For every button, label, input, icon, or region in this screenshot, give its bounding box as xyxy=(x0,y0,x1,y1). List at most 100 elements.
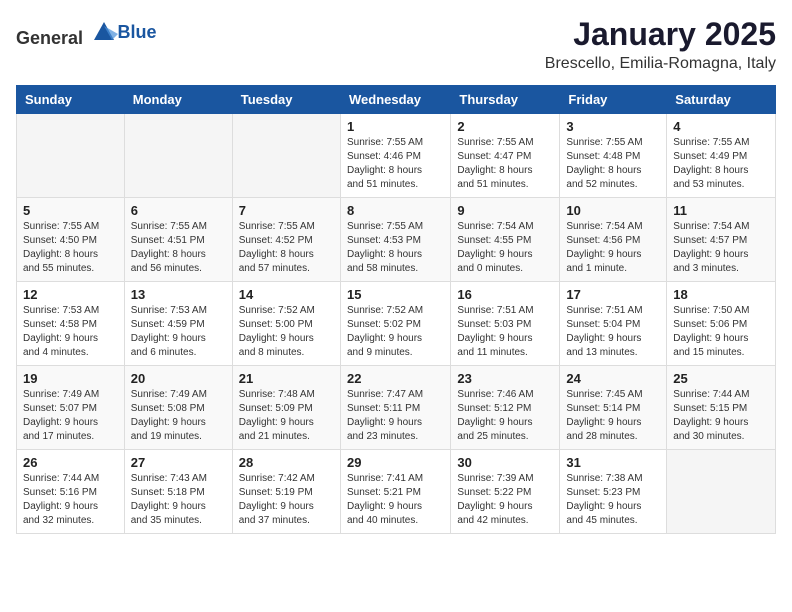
day-info: Sunrise: 7:45 AM Sunset: 5:14 PM Dayligh… xyxy=(566,388,660,444)
day-number: 14 xyxy=(239,287,334,302)
calendar-cell: 7 Sunrise: 7:55 AM Sunset: 4:52 PM Daylig… xyxy=(232,198,340,282)
day-number: 15 xyxy=(347,287,444,302)
calendar-cell: 18 Sunrise: 7:50 AM Sunset: 5:06 PM Dayli… xyxy=(667,282,776,366)
calendar-cell: 20 Sunrise: 7:49 AM Sunset: 5:08 PM Dayli… xyxy=(124,366,232,450)
calendar-cell: 4 Sunrise: 7:55 AM Sunset: 4:49 PM Daylig… xyxy=(667,114,776,198)
calendar-cell: 2 Sunrise: 7:55 AM Sunset: 4:47 PM Daylig… xyxy=(451,114,560,198)
day-info: Sunrise: 7:55 AM Sunset: 4:53 PM Dayligh… xyxy=(347,220,444,276)
month-title: January 2025 xyxy=(545,16,776,53)
calendar-cell: 29Sunrise: 7:41 AM Sunset: 5:21 PM Dayli… xyxy=(340,450,450,534)
logo-blue: Blue xyxy=(118,22,157,42)
calendar-cell: 16 Sunrise: 7:51 AM Sunset: 5:03 PM Dayli… xyxy=(451,282,560,366)
day-number: 11 xyxy=(673,203,769,218)
day-info: Sunrise: 7:55 AM Sunset: 4:48 PM Dayligh… xyxy=(566,136,660,192)
day-info: Sunrise: 7:55 AM Sunset: 4:52 PM Dayligh… xyxy=(239,220,334,276)
calendar-cell: 22 Sunrise: 7:47 AM Sunset: 5:11 PM Dayli… xyxy=(340,366,450,450)
day-number: 12 xyxy=(23,287,118,302)
day-number: 24 xyxy=(566,371,660,386)
day-number: 13 xyxy=(131,287,226,302)
day-number: 19 xyxy=(23,371,118,386)
calendar-cell: 12 Sunrise: 7:53 AM Sunset: 4:58 PM Dayli… xyxy=(17,282,125,366)
calendar-cell: 1 Sunrise: 7:55 AM Sunset: 4:46 PM Daylig… xyxy=(340,114,450,198)
day-info: Sunrise: 7:55 AM Sunset: 4:49 PM Dayligh… xyxy=(673,136,769,192)
location-title: Brescello, Emilia-Romagna, Italy xyxy=(545,55,776,73)
day-info: Sunrise: 7:54 AM Sunset: 4:57 PM Dayligh… xyxy=(673,220,769,276)
calendar-cell: 24 Sunrise: 7:45 AM Sunset: 5:14 PM Dayli… xyxy=(560,366,667,450)
day-info: Sunrise: 7:49 AM Sunset: 5:07 PM Dayligh… xyxy=(23,388,118,444)
calendar-cell: 25 Sunrise: 7:44 AM Sunset: 5:15 PM Dayli… xyxy=(667,366,776,450)
day-number: 21 xyxy=(239,371,334,386)
day-number: 5 xyxy=(23,203,118,218)
day-number: 6 xyxy=(131,203,226,218)
day-number: 26 xyxy=(23,455,118,470)
calendar-cell: 17 Sunrise: 7:51 AM Sunset: 5:04 PM Dayli… xyxy=(560,282,667,366)
logo-icon xyxy=(90,16,118,44)
day-number: 7 xyxy=(239,203,334,218)
day-number: 2 xyxy=(457,119,553,134)
logo: General Blue xyxy=(16,16,157,49)
day-number: 25 xyxy=(673,371,769,386)
day-info: Sunrise: 7:54 AM Sunset: 4:55 PM Dayligh… xyxy=(457,220,553,276)
day-number: 20 xyxy=(131,371,226,386)
weekday-header-monday: Monday xyxy=(124,86,232,114)
day-info: Sunrise: 7:44 AM Sunset: 5:16 PM Dayligh… xyxy=(23,472,118,528)
calendar-cell: 30 Sunrise: 7:39 AM Sunset: 5:22 PM Dayli… xyxy=(451,450,560,534)
day-number: 4 xyxy=(673,119,769,134)
calendar-cell xyxy=(17,114,125,198)
day-info: Sunrise: 7:55 AM Sunset: 4:47 PM Dayligh… xyxy=(457,136,553,192)
day-number: 22 xyxy=(347,371,444,386)
calendar-cell: 28 Sunrise: 7:42 AM Sunset: 5:19 PM Dayli… xyxy=(232,450,340,534)
day-number: 1 xyxy=(347,119,444,134)
calendar-cell xyxy=(232,114,340,198)
calendar-cell: 13 Sunrise: 7:53 AM Sunset: 4:59 PM Dayli… xyxy=(124,282,232,366)
title-block: January 2025 Brescello, Emilia-Romagna, … xyxy=(545,16,776,73)
calendar-cell xyxy=(124,114,232,198)
calendar-cell: 14Sunrise: 7:52 AM Sunset: 5:00 PM Dayli… xyxy=(232,282,340,366)
calendar-week-row: 26 Sunrise: 7:44 AM Sunset: 5:16 PM Dayli… xyxy=(17,450,776,534)
day-info: Sunrise: 7:51 AM Sunset: 5:03 PM Dayligh… xyxy=(457,304,553,360)
day-number: 23 xyxy=(457,371,553,386)
day-number: 16 xyxy=(457,287,553,302)
calendar-cell: 19 Sunrise: 7:49 AM Sunset: 5:07 PM Dayli… xyxy=(17,366,125,450)
day-info: Sunrise: 7:43 AM Sunset: 5:18 PM Dayligh… xyxy=(131,472,226,528)
day-info: Sunrise: 7:55 AM Sunset: 4:50 PM Dayligh… xyxy=(23,220,118,276)
calendar-cell: 15 Sunrise: 7:52 AM Sunset: 5:02 PM Dayli… xyxy=(340,282,450,366)
weekday-header-saturday: Saturday xyxy=(667,86,776,114)
day-info: Sunrise: 7:55 AM Sunset: 4:51 PM Dayligh… xyxy=(131,220,226,276)
day-number: 18 xyxy=(673,287,769,302)
day-info: Sunrise: 7:47 AM Sunset: 5:11 PM Dayligh… xyxy=(347,388,444,444)
day-number: 27 xyxy=(131,455,226,470)
day-number: 31 xyxy=(566,455,660,470)
day-number: 28 xyxy=(239,455,334,470)
day-info: Sunrise: 7:52 AM Sunset: 5:02 PM Dayligh… xyxy=(347,304,444,360)
weekday-header-wednesday: Wednesday xyxy=(340,86,450,114)
calendar-week-row: 19 Sunrise: 7:49 AM Sunset: 5:07 PM Dayli… xyxy=(17,366,776,450)
day-number: 8 xyxy=(347,203,444,218)
day-info: Sunrise: 7:51 AM Sunset: 5:04 PM Dayligh… xyxy=(566,304,660,360)
calendar-table: SundayMondayTuesdayWednesdayThursdayFrid… xyxy=(16,85,776,534)
day-info: Sunrise: 7:54 AM Sunset: 4:56 PM Dayligh… xyxy=(566,220,660,276)
logo-general: General xyxy=(16,28,83,48)
calendar-cell: 23Sunrise: 7:46 AM Sunset: 5:12 PM Dayli… xyxy=(451,366,560,450)
day-info: Sunrise: 7:53 AM Sunset: 4:58 PM Dayligh… xyxy=(23,304,118,360)
calendar-cell: 10 Sunrise: 7:54 AM Sunset: 4:56 PM Dayli… xyxy=(560,198,667,282)
weekday-header-thursday: Thursday xyxy=(451,86,560,114)
day-info: Sunrise: 7:50 AM Sunset: 5:06 PM Dayligh… xyxy=(673,304,769,360)
day-info: Sunrise: 7:48 AM Sunset: 5:09 PM Dayligh… xyxy=(239,388,334,444)
day-number: 30 xyxy=(457,455,553,470)
weekday-header-row: SundayMondayTuesdayWednesdayThursdayFrid… xyxy=(17,86,776,114)
day-number: 17 xyxy=(566,287,660,302)
day-info: Sunrise: 7:42 AM Sunset: 5:19 PM Dayligh… xyxy=(239,472,334,528)
day-number: 10 xyxy=(566,203,660,218)
weekday-header-friday: Friday xyxy=(560,86,667,114)
day-info: Sunrise: 7:55 AM Sunset: 4:46 PM Dayligh… xyxy=(347,136,444,192)
calendar-cell xyxy=(667,450,776,534)
weekday-header-sunday: Sunday xyxy=(17,86,125,114)
day-info: Sunrise: 7:49 AM Sunset: 5:08 PM Dayligh… xyxy=(131,388,226,444)
day-info: Sunrise: 7:39 AM Sunset: 5:22 PM Dayligh… xyxy=(457,472,553,528)
calendar-cell: 8 Sunrise: 7:55 AM Sunset: 4:53 PM Daylig… xyxy=(340,198,450,282)
calendar-cell: 31Sunrise: 7:38 AM Sunset: 5:23 PM Dayli… xyxy=(560,450,667,534)
day-info: Sunrise: 7:53 AM Sunset: 4:59 PM Dayligh… xyxy=(131,304,226,360)
calendar-cell: 5 Sunrise: 7:55 AM Sunset: 4:50 PM Daylig… xyxy=(17,198,125,282)
day-info: Sunrise: 7:44 AM Sunset: 5:15 PM Dayligh… xyxy=(673,388,769,444)
